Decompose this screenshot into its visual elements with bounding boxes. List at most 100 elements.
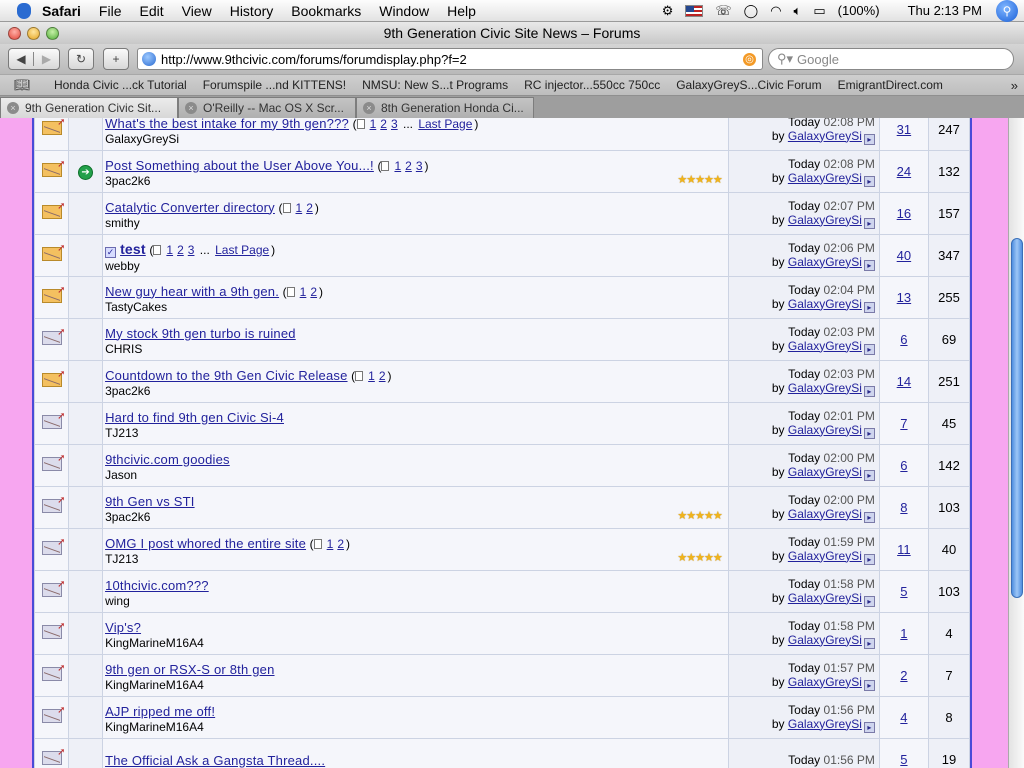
jump-to-last-post-icon[interactable]: ▸ (863, 469, 875, 481)
replies-link[interactable]: 6 (900, 332, 907, 347)
close-tab-icon[interactable]: × (363, 102, 375, 114)
tab-9th-gen[interactable]: × 9th Generation Civic Sit... (0, 97, 178, 118)
thread-author[interactable]: GalaxyGreySi (105, 132, 724, 146)
forward-icon[interactable]: ▶ (34, 52, 59, 66)
thread-author[interactable]: webby (105, 259, 724, 273)
bookmark-item[interactable]: EmigrantDirect.com (830, 78, 951, 92)
back-icon[interactable]: ◀ (9, 52, 34, 66)
jump-to-last-post-icon[interactable]: ▸ (863, 259, 875, 271)
spotlight-icon[interactable]: ⚲ (996, 0, 1018, 22)
page-link[interactable]: 3 (188, 243, 195, 257)
address-bar[interactable]: http://www.9thcivic.com/forums/forumdisp… (137, 48, 763, 70)
replies-link[interactable]: 2 (900, 668, 907, 683)
last-page-link[interactable]: Last Page (418, 118, 472, 131)
add-bookmark-button[interactable]: + (103, 48, 129, 70)
replies-link[interactable]: 14 (897, 374, 911, 389)
thread-title-link[interactable]: The Official Ask a Gangsta Thread.... (105, 753, 325, 768)
page-link[interactable]: 2 (177, 243, 184, 257)
menu-bookmarks[interactable]: Bookmarks (282, 0, 370, 22)
thread-title-link[interactable]: test (120, 241, 146, 257)
rss-icon[interactable]: ◎ (743, 52, 756, 66)
url-text[interactable]: http://www.9thcivic.com/forums/forumdisp… (161, 52, 467, 67)
thread-title-link[interactable]: New guy hear with a 9th gen. (105, 284, 279, 299)
battery-percent[interactable]: (100%) (838, 3, 880, 18)
last-page-link[interactable]: Last Page (215, 243, 269, 257)
battery-icon[interactable]: ▭ (813, 3, 825, 19)
search-field[interactable]: ⚲▾ Google (768, 48, 1014, 70)
jump-to-last-post-icon[interactable]: ▸ (863, 595, 875, 607)
wifi-icon[interactable]: ◠ (770, 3, 781, 19)
jump-to-last-post-icon[interactable]: ▸ (863, 511, 875, 523)
last-poster-link[interactable]: GalaxyGreySi (788, 339, 862, 353)
page-link[interactable]: 2 (306, 201, 313, 215)
thread-title-link[interactable]: Countdown to the 9th Gen Civic Release (105, 368, 347, 383)
bookmarks-overflow-icon[interactable]: » (1011, 78, 1018, 93)
menu-edit[interactable]: Edit (130, 0, 172, 22)
bubble-icon[interactable]: ◯ (744, 3, 759, 19)
jump-to-last-post-icon[interactable]: ▸ (863, 721, 875, 733)
menu-history[interactable]: History (221, 0, 283, 22)
thread-title-link[interactable]: Hard to find 9th gen Civic Si-4 (105, 410, 284, 425)
script-menu-icon[interactable]: ⚙ (662, 3, 674, 19)
jump-to-last-post-icon[interactable]: ▸ (863, 133, 875, 145)
page-link[interactable]: 1 (327, 537, 334, 551)
replies-link[interactable]: 40 (897, 248, 911, 263)
thread-author[interactable]: KingMarineM16A4 (105, 636, 724, 650)
page-link[interactable]: 2 (310, 285, 317, 299)
replies-link[interactable]: 11 (897, 542, 911, 557)
last-poster-link[interactable]: GalaxyGreySi (788, 675, 862, 689)
jump-to-last-post-icon[interactable]: ▸ (863, 637, 875, 649)
last-poster-link[interactable]: GalaxyGreySi (788, 297, 862, 311)
page-link[interactable]: 1 (394, 159, 401, 173)
replies-link[interactable]: 6 (900, 458, 907, 473)
jump-to-last-post-icon[interactable]: ▸ (863, 301, 875, 313)
thread-title-link[interactable]: 9th gen or RSX-S or 8th gen (105, 662, 274, 677)
page-link[interactable]: 1 (368, 369, 375, 383)
page-link[interactable]: 2 (337, 537, 344, 551)
thread-author[interactable]: KingMarineM16A4 (105, 720, 724, 734)
thread-author[interactable]: TJ213 (105, 426, 724, 440)
last-poster-link[interactable]: GalaxyGreySi (788, 549, 862, 563)
last-poster-link[interactable]: GalaxyGreySi (788, 465, 862, 479)
thread-author[interactable]: TJ213 (105, 552, 724, 566)
page-link[interactable]: 1 (166, 243, 173, 257)
back-forward-buttons[interactable]: ◀ ▶ (8, 48, 60, 70)
thread-title-link[interactable]: 10thcivic.com??? (105, 578, 209, 593)
replies-link[interactable]: 5 (900, 584, 907, 599)
scrollbar-thumb[interactable] (1011, 238, 1023, 598)
thread-author[interactable]: CHRIS (105, 342, 724, 356)
last-poster-link[interactable]: GalaxyGreySi (788, 255, 862, 269)
thread-title-link[interactable]: Catalytic Converter directory (105, 200, 275, 215)
volume-icon[interactable]: 🔈︎ (794, 3, 802, 19)
bookmarks-book-icon[interactable]: 📖︎ (14, 77, 32, 93)
last-poster-link[interactable]: GalaxyGreySi (788, 213, 862, 227)
thread-author[interactable]: Jason (105, 468, 724, 482)
input-flag-icon[interactable] (685, 4, 704, 17)
page-link[interactable]: 1 (300, 285, 307, 299)
thread-author[interactable]: 3pac2k6 (105, 510, 724, 524)
thread-title-link[interactable]: My stock 9th gen turbo is ruined (105, 326, 296, 341)
replies-link[interactable]: 7 (900, 416, 907, 431)
jump-to-last-post-icon[interactable]: ▸ (863, 427, 875, 439)
thread-author[interactable]: KingMarineM16A4 (105, 678, 724, 692)
thread-title-link[interactable]: 9thcivic.com goodies (105, 452, 230, 467)
page-link[interactable]: 3 (391, 118, 398, 131)
replies-link[interactable]: 13 (897, 290, 911, 305)
vertical-scrollbar[interactable] (1008, 118, 1024, 768)
replies-link[interactable]: 1 (900, 626, 907, 641)
thread-title-link[interactable]: OMG I post whored the entire site (105, 536, 306, 551)
page-link[interactable]: 3 (416, 159, 423, 173)
jump-to-last-post-icon[interactable]: ▸ (863, 217, 875, 229)
menu-view[interactable]: View (173, 0, 221, 22)
thread-author[interactable]: 3pac2k6 (105, 384, 724, 398)
page-link[interactable]: 2 (379, 369, 386, 383)
close-tab-icon[interactable]: × (185, 102, 197, 114)
reload-button[interactable]: ↻ (68, 48, 94, 70)
last-poster-link[interactable]: GalaxyGreySi (788, 633, 862, 647)
page-link[interactable]: 1 (370, 118, 377, 131)
menu-help[interactable]: Help (438, 0, 485, 22)
sync-icon[interactable]: ☏ (715, 3, 731, 19)
last-poster-link[interactable]: GalaxyGreySi (788, 717, 862, 731)
jump-to-last-post-icon[interactable]: ▸ (863, 175, 875, 187)
thread-author[interactable]: TastyCakes (105, 300, 724, 314)
